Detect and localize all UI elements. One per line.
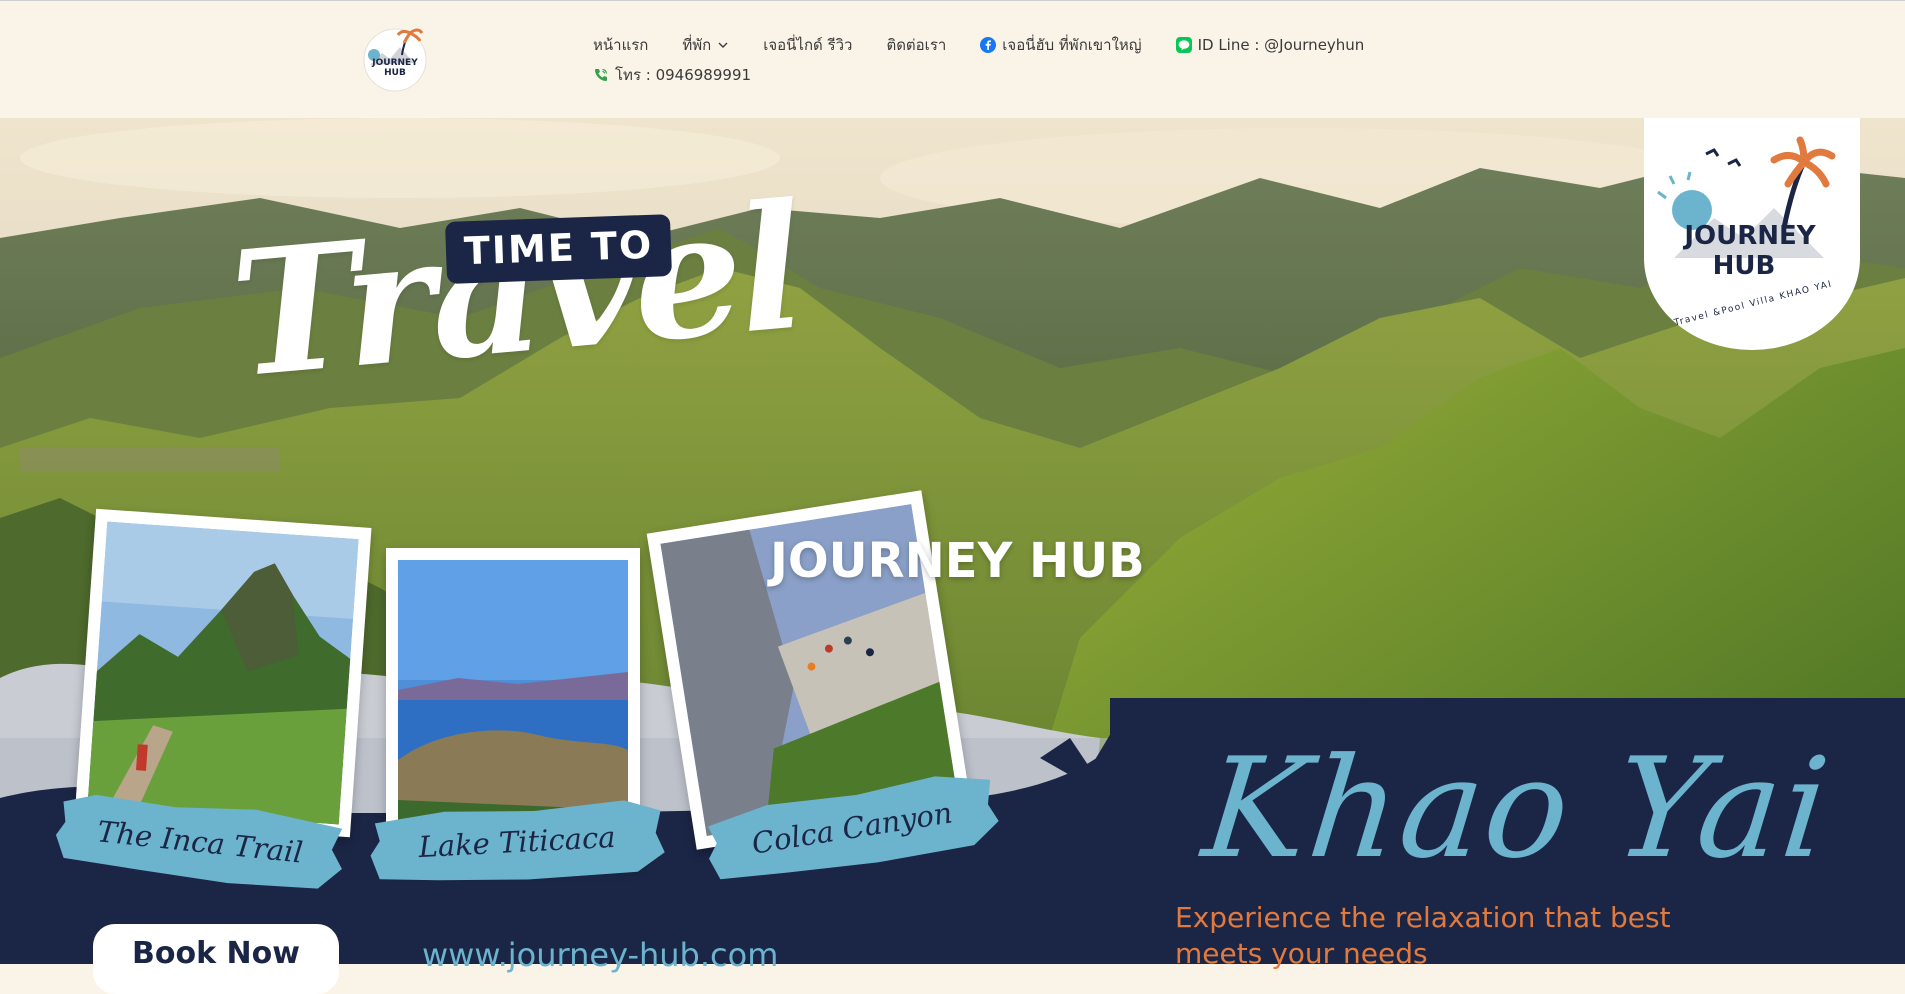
nav-line-label: ID Line : @Journeyhun	[1197, 36, 1365, 54]
svg-text:HUB: HUB	[384, 68, 406, 78]
website-link[interactable]: www.journey-hub.com	[422, 936, 778, 974]
nav-guide-review-label: เจอนี่ไกด์ รีวิว	[763, 36, 853, 54]
journey-hub-brand-text: JOURNEY HUB	[770, 533, 1145, 589]
chevron-down-icon	[718, 42, 728, 48]
nav-contact-label: ติดต่อเรา	[886, 36, 947, 54]
nav-accommodation-label: ที่พัก	[682, 36, 712, 54]
badge-title-line2: HUB	[1713, 251, 1776, 281]
journey-hub-logo[interactable]: JOURNEY HUB	[360, 25, 430, 93]
hero-tagline: Experience the relaxation that best meet…	[1175, 901, 1671, 970]
line-icon	[1175, 37, 1192, 53]
time-to-label: TIME TO	[444, 214, 673, 284]
book-now-button[interactable]: Book Now	[93, 924, 339, 994]
nav-accommodation[interactable]: ที่พัก	[682, 34, 729, 56]
travel-script-title: Travel	[224, 164, 808, 417]
nav-facebook-label: เจอนี่ฮับ ที่พักเขาใหญ่	[1002, 36, 1142, 54]
khao-yai-headline: Khao Yai	[1196, 728, 1838, 889]
svg-text:JOURNEY: JOURNEY	[371, 58, 418, 68]
journey-hub-badge: JOURNEY HUB Travel &Pool Villa KHAO YAI	[1644, 118, 1860, 350]
main-nav: หน้าแรก ที่พัก เจอนี่ไกด์ รีวิว ติดต่อเร…	[593, 34, 1413, 86]
card-label-lake-titicaca: Lake Titicaca	[364, 792, 670, 892]
nav-guide-review[interactable]: เจอนี่ไกด์ รีวิว	[763, 34, 852, 56]
nav-home[interactable]: หน้าแรก	[593, 34, 648, 56]
nav-line[interactable]: ID Line : @Journeyhun	[1175, 34, 1365, 56]
phone-icon	[595, 68, 608, 81]
facebook-icon	[980, 37, 997, 53]
site-header: JOURNEY HUB หน้าแรก ที่พัก เจอนี่ไกด์ รี…	[0, 0, 1905, 118]
inca-trail-photo	[87, 521, 359, 825]
nav-facebook[interactable]: เจอนี่ฮับ ที่พักเขาใหญ่	[980, 34, 1142, 56]
nav-home-label: หน้าแรก	[593, 36, 649, 54]
nav-phone[interactable]: โทร : 0946989991	[593, 64, 751, 86]
nav-phone-label: โทร : 0946989991	[615, 66, 752, 84]
nav-contact[interactable]: ติดต่อเรา	[886, 34, 946, 56]
badge-title-line1: JOURNEY	[1682, 221, 1816, 251]
